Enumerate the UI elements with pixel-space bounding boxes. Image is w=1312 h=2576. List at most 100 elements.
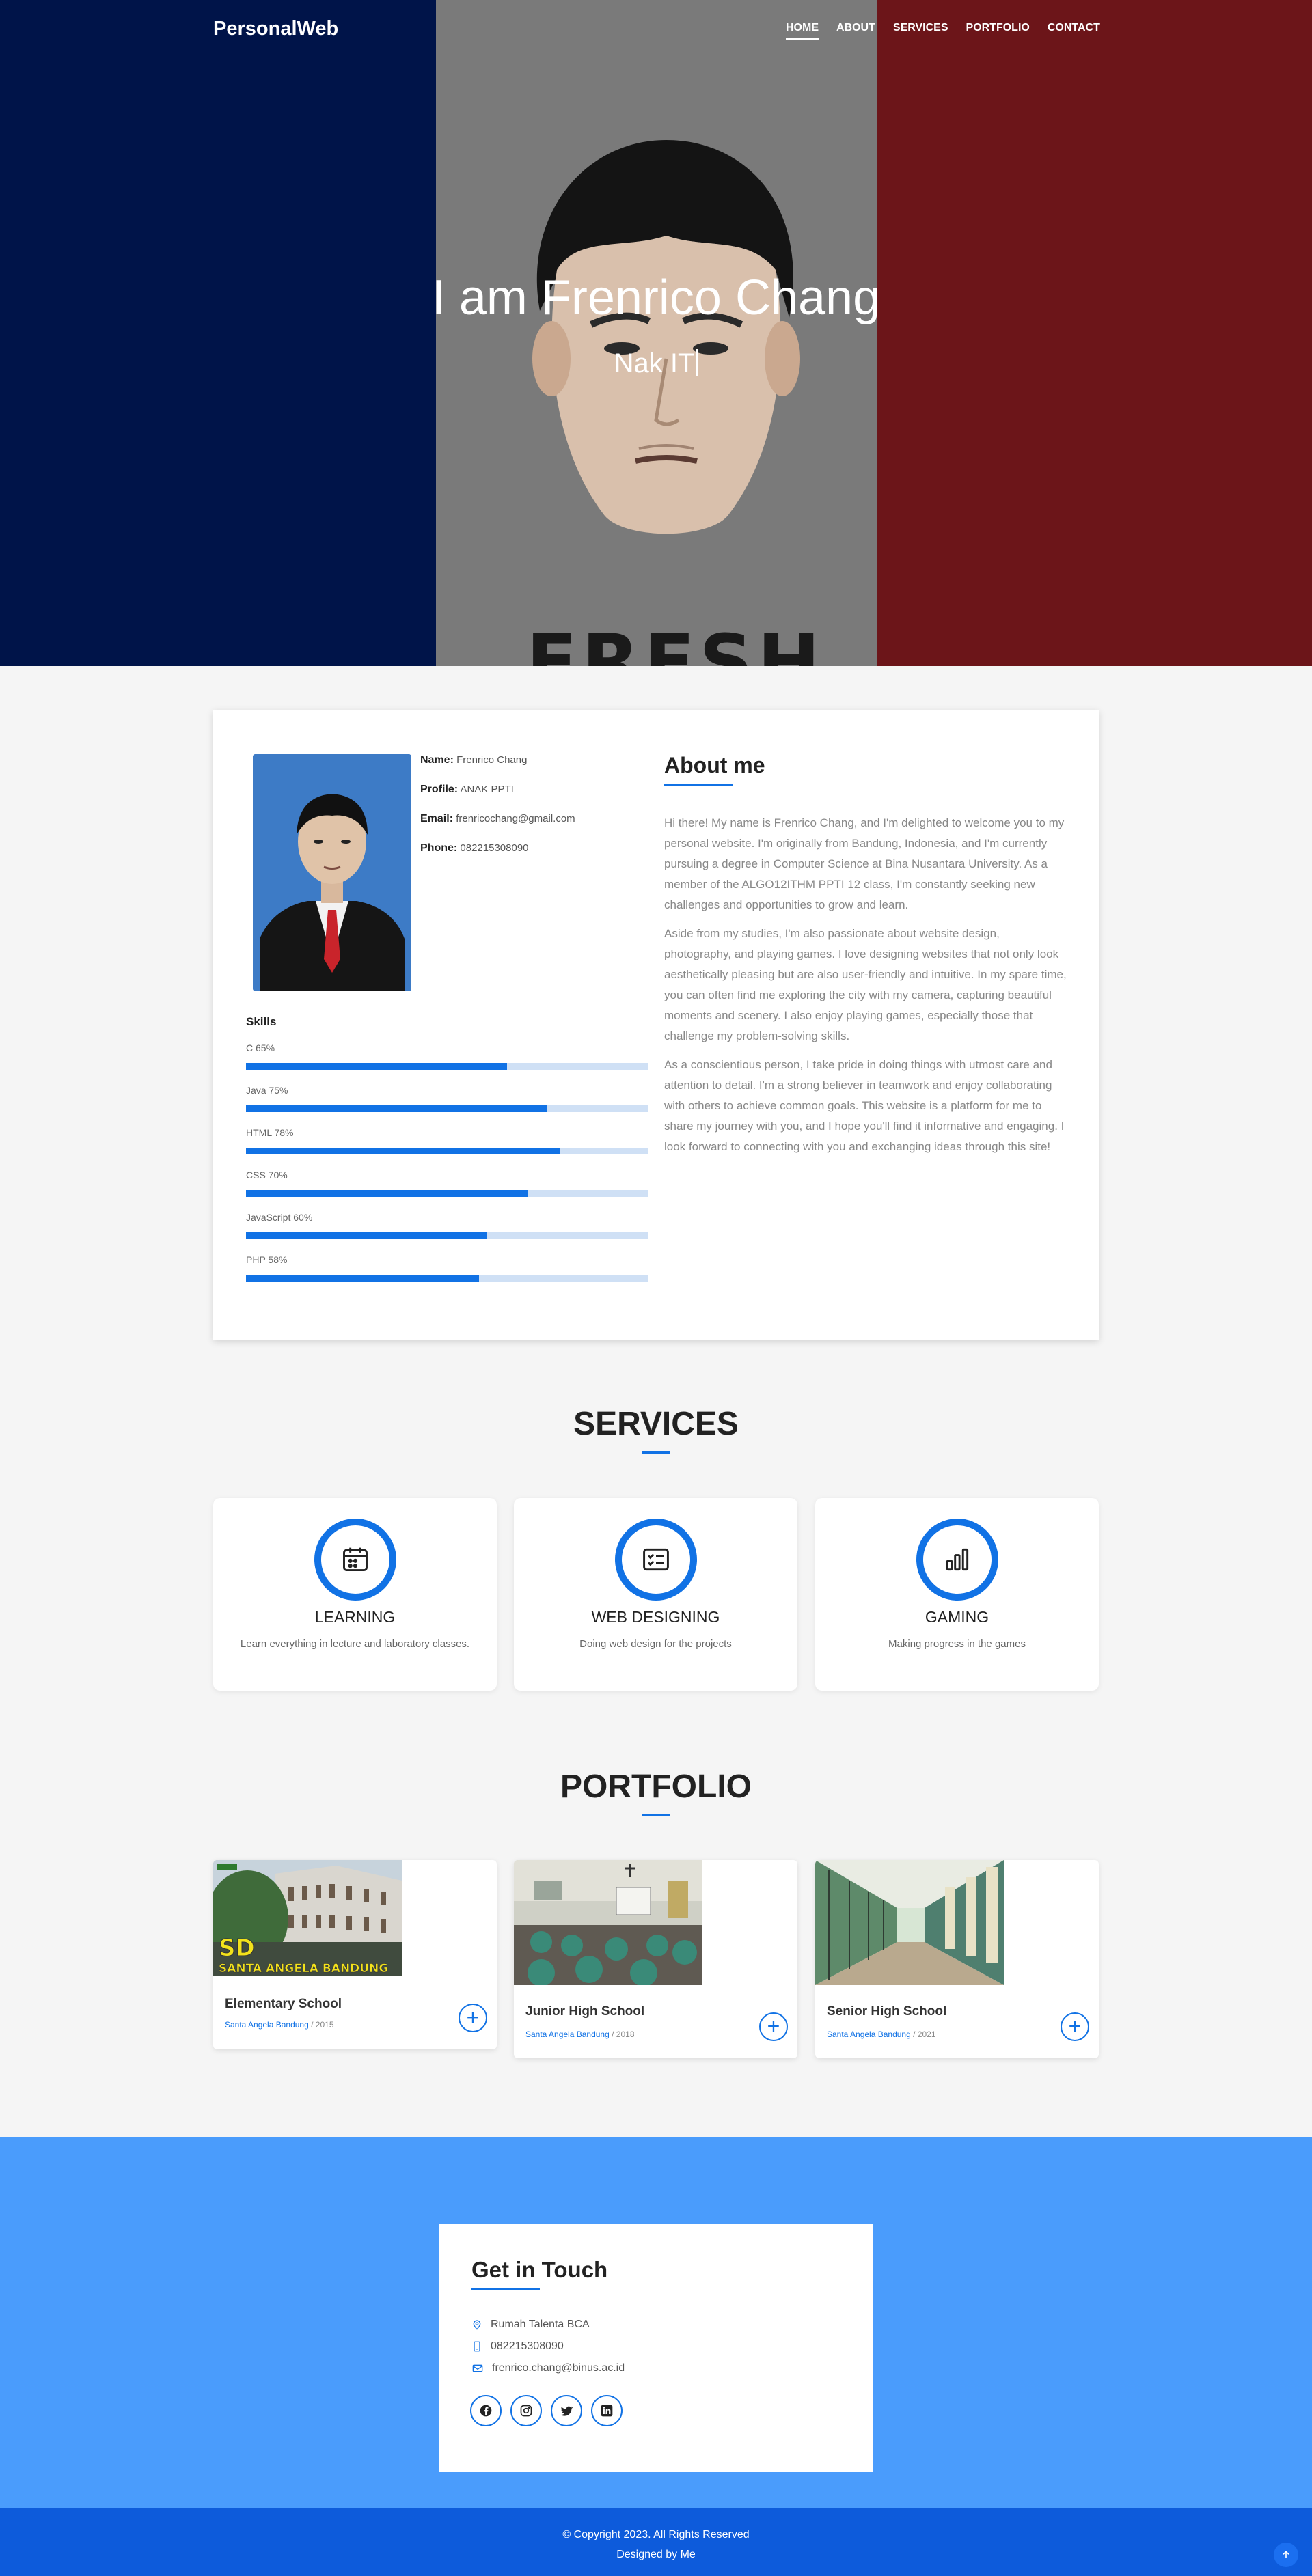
svg-text:SANTA ANGELA BANDUNG: SANTA ANGELA BANDUNG: [219, 1962, 388, 1976]
typing-cursor: [696, 349, 698, 376]
portfolio-expand-button[interactable]: +: [759, 2012, 788, 2041]
nav-link-services[interactable]: SERVICES: [893, 22, 948, 40]
hero-subtitle: Nak IT: [0, 348, 1312, 379]
skill-bar-track: [246, 1105, 648, 1112]
skill-bar-fill: [246, 1190, 528, 1197]
portfolio-item-title: Senior High School: [827, 2004, 947, 2019]
service-card-gaming: GAMING Making progress in the games: [815, 1498, 1099, 1691]
skill-bar-fill: [246, 1275, 480, 1282]
about-title-underline: [664, 784, 733, 786]
skill-bar-track: [246, 1063, 648, 1070]
contact-email: frenrico.chang@binus.ac.id: [472, 2362, 625, 2374]
portfolio-item-title: Elementary School: [225, 1997, 342, 2011]
info-email: Email: frenricochang@gmail.com: [420, 813, 575, 825]
hero-typed-text: Nak IT: [614, 348, 695, 378]
info-phone: Phone: 082215308090: [420, 842, 529, 854]
portfolio-card-senior-high: Senior High School Santa Angela Bandung …: [815, 1860, 1099, 2058]
contact-address: Rumah Talenta BCA: [472, 2318, 590, 2331]
portfolio-card-elementary: SD SANTA ANGELA BANDUNG Elementary Schoo…: [213, 1860, 497, 2049]
hero-portrait-image: [532, 140, 800, 534]
portfolio-image: [815, 1860, 1004, 1985]
hero-shirt-text: FRESH: [526, 618, 825, 666]
skill-bar-fill: [246, 1105, 547, 1112]
calendar-icon: [343, 1547, 368, 1572]
skill-bar-track: [246, 1148, 648, 1154]
service-desc: Making progress in the games: [888, 1638, 1026, 1650]
portfolio-expand-button[interactable]: +: [459, 2004, 487, 2032]
main-nav: HOME ABOUT SERVICES PORTFOLIO CONTACT: [786, 22, 1100, 40]
info-profile: Profile: ANAK PPTI: [420, 784, 514, 795]
about-text: Hi there! My name is Frenrico Chang, and…: [664, 813, 1067, 1165]
bar-chart-icon: [946, 1548, 969, 1571]
navbar: PersonalWeb HOME ABOUT SERVICES PORTFOLI…: [0, 0, 1312, 59]
service-name: WEB DESIGNING: [591, 1608, 720, 1626]
hero-stripe-blue: [0, 0, 436, 666]
about-paragraph: Hi there! My name is Frenrico Chang, and…: [664, 816, 1065, 911]
service-icon-ring: [314, 1519, 396, 1601]
skill-javascript: JavaScript 60%: [246, 1212, 648, 1239]
contact-card: Get in Touch Rumah Talenta BCA 082215308…: [439, 2224, 873, 2472]
services-title-underline: [642, 1451, 670, 1454]
skills-heading: Skills: [246, 1015, 277, 1028]
site-logo[interactable]: PersonalWeb: [213, 18, 338, 40]
service-icon-ring: [916, 1519, 998, 1601]
skill-bar-track: [246, 1232, 648, 1239]
nav-link-about[interactable]: ABOUT: [836, 22, 875, 40]
portfolio-expand-button[interactable]: +: [1061, 2012, 1089, 2041]
skill-c: C 65%: [246, 1042, 648, 1070]
contact-title-underline: [472, 2288, 540, 2290]
service-card-web-designing: WEB DESIGNING Doing web design for the p…: [514, 1498, 797, 1691]
service-name: LEARNING: [314, 1608, 396, 1626]
facebook-icon[interactable]: [470, 2395, 502, 2426]
service-desc: Learn everything in lecture and laborato…: [240, 1638, 470, 1650]
about-paragraph: As a conscientious person, I take pride …: [664, 1058, 1065, 1153]
portfolio-title: PORTFOLIO: [560, 1769, 752, 1805]
skill-bar-fill: [246, 1232, 487, 1239]
portfolio-image: [514, 1860, 702, 1985]
nav-link-home[interactable]: HOME: [786, 22, 819, 40]
linkedin-icon[interactable]: [591, 2395, 623, 2426]
service-desc: Doing web design for the projects: [579, 1638, 732, 1650]
about-paragraph: Aside from my studies, I'm also passiona…: [664, 927, 1067, 1042]
checklist-icon: [643, 1548, 669, 1571]
hero-section: FRESH I am Frenrico Chang Nak IT: [0, 0, 1312, 666]
contact-title: Get in Touch: [472, 2257, 608, 2282]
profile-photo: [253, 754, 411, 991]
footer-credit: Designed by Me: [616, 2549, 696, 2560]
skill-php: PHP 58%: [246, 1254, 648, 1282]
hero-stripe-red: [877, 0, 1312, 666]
portfolio-title-underline: [642, 1814, 670, 1816]
profile-info: Name: Frenrico Chang Profile: ANAK PPTI …: [420, 754, 575, 872]
portfolio-image: SD SANTA ANGELA BANDUNG: [213, 1860, 402, 1976]
about-section: Name: Frenrico Chang Profile: ANAK PPTI …: [213, 710, 1099, 1340]
info-name: Name: Frenrico Chang: [420, 754, 528, 766]
map-pin-icon: [473, 2320, 481, 2330]
back-to-top-button[interactable]: [1274, 2543, 1298, 2567]
footer: © Copyright 2023. All Rights Reserved De…: [0, 2508, 1312, 2576]
portfolio-item-meta: Santa Angela Bandung / 2021: [827, 2030, 936, 2039]
services-title: SERVICES: [573, 1406, 739, 1442]
nav-link-portfolio[interactable]: PORTFOLIO: [966, 22, 1030, 40]
envelope-icon: [472, 2364, 483, 2372]
arrow-up-icon: [1283, 2551, 1289, 2558]
portfolio-item-title: Junior High School: [525, 2004, 645, 2019]
skill-bar-fill: [246, 1063, 508, 1070]
twitter-icon[interactable]: [551, 2395, 582, 2426]
service-card-learning: LEARNING Learn everything in lecture and…: [213, 1498, 497, 1691]
portfolio-card-junior-high: Junior High School Santa Angela Bandung …: [514, 1860, 797, 2058]
svg-text:SD: SD: [219, 1935, 255, 1962]
portfolio-item-meta: Santa Angela Bandung / 2015: [225, 2020, 334, 2030]
skill-java: Java 75%: [246, 1085, 648, 1112]
nav-link-contact[interactable]: CONTACT: [1048, 22, 1100, 40]
skill-bar-fill: [246, 1148, 560, 1154]
skill-bar-track: [246, 1190, 648, 1197]
service-name: GAMING: [925, 1608, 989, 1626]
instagram-icon[interactable]: [510, 2395, 542, 2426]
skill-bar-track: [246, 1275, 648, 1282]
about-title: About me: [664, 753, 765, 777]
hero-title: I am Frenrico Chang: [431, 271, 881, 325]
portfolio-item-meta: Santa Angela Bandung / 2018: [525, 2030, 635, 2039]
skill-html: HTML 78%: [246, 1127, 648, 1154]
contact-phone: 082215308090: [472, 2340, 564, 2353]
skill-css: CSS 70%: [246, 1169, 648, 1197]
